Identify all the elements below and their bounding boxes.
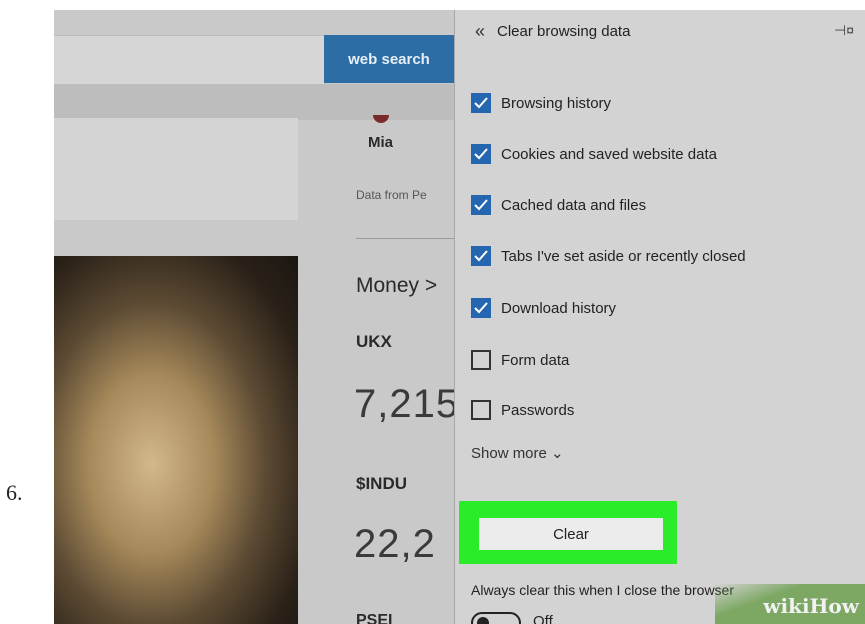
checkbox[interactable] xyxy=(471,400,491,420)
data-source-text: Data from Pe xyxy=(356,188,427,202)
option-cookies[interactable]: Cookies and saved website data xyxy=(471,144,717,164)
option-label: Cookies and saved website data xyxy=(501,145,717,163)
toggle-state-label: Off xyxy=(533,613,553,624)
ticker-symbol-psei: PSEI xyxy=(356,612,393,624)
news-card[interactable] xyxy=(54,118,298,220)
option-tabs-set-aside[interactable]: Tabs I've set aside or recently closed xyxy=(471,246,746,266)
checkbox[interactable] xyxy=(471,246,491,266)
search-input[interactable] xyxy=(54,35,324,85)
option-label: Passwords xyxy=(501,401,575,419)
option-download-history[interactable]: Download history xyxy=(471,298,616,318)
option-cached-data[interactable]: Cached data and files xyxy=(471,195,646,215)
checkbox[interactable] xyxy=(471,195,491,215)
panel-title: Clear browsing data xyxy=(497,23,631,40)
clear-button[interactable]: Clear xyxy=(479,518,663,550)
option-label: Download history xyxy=(501,299,617,317)
checkbox[interactable] xyxy=(471,350,491,370)
profile-name: Mia xyxy=(368,134,394,151)
always-clear-label: Always clear this when I close the brows… xyxy=(471,582,734,598)
ticker-symbol-ukx: UKX xyxy=(356,332,392,351)
toggle-knob xyxy=(477,617,489,624)
browser-screenshot: web search Mia Data from Pe Money > UKX … xyxy=(54,10,865,624)
divider xyxy=(356,238,456,239)
option-label: Tabs I've set aside or recently closed xyxy=(501,247,746,265)
checkbox[interactable] xyxy=(471,298,491,318)
step-number: 6. xyxy=(6,480,23,505)
ticker-value-ukx: 7,215 xyxy=(354,382,460,426)
nav-strip xyxy=(54,84,454,120)
clear-browsing-data-panel: « Clear browsing data ⊣¤ Browsing histor… xyxy=(454,10,865,624)
option-passwords[interactable]: Passwords xyxy=(471,400,574,420)
checkbox[interactable] xyxy=(471,144,491,164)
option-browsing-history[interactable]: Browsing history xyxy=(471,93,611,113)
checkbox[interactable] xyxy=(471,93,491,113)
ticker-symbol-indu: $INDU xyxy=(356,474,408,493)
double-chevron-left-icon[interactable]: « xyxy=(475,21,485,42)
always-clear-toggle[interactable] xyxy=(471,612,521,624)
watermark: wikiHow xyxy=(763,594,859,618)
avatar xyxy=(373,115,389,123)
money-link[interactable]: Money > xyxy=(356,274,437,298)
web-search-button[interactable]: web search xyxy=(324,35,454,83)
option-label: Browsing history xyxy=(501,94,612,112)
option-label: Cached data and files xyxy=(501,196,647,214)
show-more-link[interactable]: Show more ⌄ xyxy=(471,444,564,462)
option-form-data[interactable]: Form data xyxy=(471,350,569,370)
news-photo[interactable] xyxy=(54,256,298,624)
pin-icon[interactable]: ⊣¤ xyxy=(834,22,854,39)
option-label: Form data xyxy=(501,351,570,369)
ticker-value-indu: 22,2 xyxy=(354,522,436,566)
panel-header: « Clear browsing data xyxy=(475,21,630,42)
